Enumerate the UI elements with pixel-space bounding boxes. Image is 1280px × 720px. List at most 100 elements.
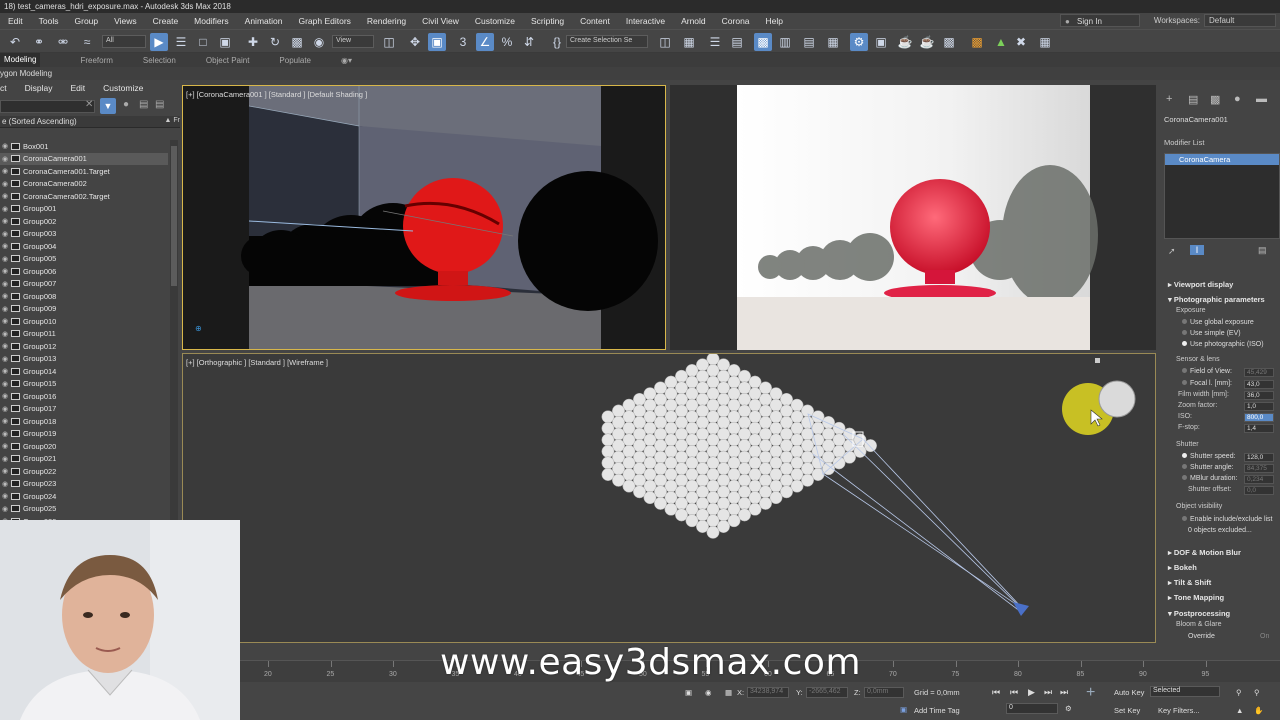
- menu-civil-view[interactable]: Civil View: [414, 16, 467, 26]
- visibility-eye-icon[interactable]: ◉: [2, 392, 10, 400]
- menu-views[interactable]: Views: [106, 16, 145, 26]
- visibility-eye-icon[interactable]: ◉: [2, 292, 10, 300]
- visibility-eye-icon[interactable]: ◉: [2, 355, 10, 363]
- show-end-result-icon[interactable]: I: [1190, 245, 1204, 255]
- bind-space-warp-icon[interactable]: ≈: [78, 33, 96, 51]
- ribbon-tab-object-paint[interactable]: Object Paint: [186, 56, 260, 65]
- viewport-display-rollout[interactable]: ▸ Viewport display: [1168, 280, 1233, 289]
- isolate-selection-icon[interactable]: ▣: [685, 688, 692, 697]
- pan-icon[interactable]: ✋: [1254, 706, 1263, 715]
- ribbon-tab-selection[interactable]: Selection: [123, 56, 186, 65]
- visibility-eye-icon[interactable]: ◉: [2, 467, 10, 475]
- dof-motion-blur-rollout[interactable]: ▸ DOF & Motion Blur: [1168, 548, 1241, 557]
- visibility-eye-icon[interactable]: ◉: [2, 217, 10, 225]
- lock-icon[interactable]: ●: [123, 99, 129, 110]
- unlink-icon[interactable]: ⚮: [54, 33, 72, 51]
- explorer-search-input[interactable]: [0, 100, 95, 113]
- display-tab-icon[interactable]: ▬: [1256, 93, 1267, 105]
- zoom-all-icon[interactable]: ⚲: [1254, 688, 1260, 697]
- shutter-angle-field[interactable]: 84,375: [1244, 464, 1274, 473]
- menu-group[interactable]: Group: [67, 16, 107, 26]
- objects-excluded-button[interactable]: 0 objects excluded...: [1188, 527, 1252, 534]
- visibility-eye-icon[interactable]: ◉: [2, 342, 10, 350]
- corona-converter-icon[interactable]: ▦: [1036, 33, 1054, 51]
- menu-rendering[interactable]: Rendering: [359, 16, 414, 26]
- rectangular-selection-icon[interactable]: □: [194, 33, 212, 51]
- add-time-tag-button[interactable]: Add Time Tag: [914, 706, 960, 715]
- link-icon[interactable]: ⚭: [30, 33, 48, 51]
- render-production-icon[interactable]: ☕: [896, 33, 914, 51]
- visibility-eye-icon[interactable]: ◉: [2, 267, 10, 275]
- list-item[interactable]: ◉ Group020: [0, 440, 168, 453]
- list-item[interactable]: ◉ Group001: [0, 203, 168, 216]
- explorer-scrollbar[interactable]: [170, 140, 178, 520]
- hierarchy-icon[interactable]: ▤: [139, 99, 148, 110]
- fov-field[interactable]: 45,429: [1244, 368, 1274, 377]
- enable-include-exclude-checkbox[interactable]: Enable include/exclude list: [1182, 516, 1273, 523]
- render-in-cloud-icon[interactable]: ▩: [940, 33, 958, 51]
- visibility-eye-icon[interactable]: ◉: [2, 417, 10, 425]
- modify-tab-icon[interactable]: ▤: [1188, 93, 1198, 106]
- material-editor-icon[interactable]: ▦: [824, 33, 842, 51]
- clear-search-icon[interactable]: ✕: [85, 99, 93, 110]
- list-item[interactable]: ◉ Group013: [0, 353, 168, 366]
- time-config-icon[interactable]: ⚙: [1065, 704, 1072, 713]
- selection-lock-icon[interactable]: ◉: [705, 688, 712, 697]
- selection-filter-dropdown[interactable]: All: [102, 35, 146, 48]
- list-item[interactable]: ◉ Box001: [0, 140, 168, 153]
- render-iterative-icon[interactable]: ☕: [918, 33, 936, 51]
- previous-frame-icon[interactable]: ⏮: [1010, 687, 1018, 698]
- pin-stack-icon[interactable]: ➚: [1168, 246, 1176, 257]
- menu-customize[interactable]: Customize: [467, 16, 523, 26]
- visibility-eye-icon[interactable]: ◉: [2, 455, 10, 463]
- visibility-eye-icon[interactable]: ◉: [2, 255, 10, 263]
- visibility-eye-icon[interactable]: ◉: [2, 192, 10, 200]
- reference-coordinate-dropdown[interactable]: View: [332, 35, 374, 48]
- time-tag-icon[interactable]: ▣: [900, 705, 907, 714]
- list-item[interactable]: ◉ CoronaCamera001: [0, 152, 168, 165]
- zoom-factor-field[interactable]: 1,0: [1244, 402, 1274, 411]
- field-of-view-icon[interactable]: ▲: [1236, 706, 1243, 715]
- zoom-icon[interactable]: ⚲: [1236, 688, 1242, 697]
- create-tab-icon[interactable]: +: [1166, 93, 1172, 105]
- explorer-menu-display[interactable]: Display: [15, 83, 61, 93]
- list-item[interactable]: ◉ Group021: [0, 453, 168, 466]
- ribbon-tab-freeform[interactable]: Freeform: [40, 56, 122, 65]
- visibility-eye-icon[interactable]: ◉: [2, 442, 10, 450]
- focal-length-field[interactable]: 43,0: [1244, 380, 1274, 389]
- select-by-name-icon[interactable]: ☰: [172, 33, 190, 51]
- select-manipulate-icon[interactable]: ✥: [406, 33, 424, 51]
- ribbon-tab-populate[interactable]: Populate: [259, 56, 321, 65]
- layer-icon[interactable]: ▤: [155, 99, 164, 110]
- shutter-speed-field[interactable]: 128,0: [1244, 453, 1274, 462]
- list-item[interactable]: ◉ Group012: [0, 340, 168, 353]
- mblur-duration-field[interactable]: 0,234: [1244, 475, 1274, 484]
- menu-modifiers[interactable]: Modifiers: [186, 16, 236, 26]
- explorer-menu-select[interactable]: ct: [0, 83, 15, 93]
- key-filters-button[interactable]: Key Filters...: [1158, 706, 1200, 715]
- explorer-column-header[interactable]: e (Sorted Ascending) ▲ Fr: [0, 116, 180, 128]
- mirror-icon[interactable]: ◫: [656, 33, 674, 51]
- keyboard-shortcut-override-icon[interactable]: ▣: [428, 33, 446, 51]
- menu-create[interactable]: Create: [145, 16, 187, 26]
- schematic-view-icon[interactable]: ▤: [800, 33, 818, 51]
- film-width-field[interactable]: 36,0: [1244, 391, 1274, 400]
- window-crossing-icon[interactable]: ▣: [216, 33, 234, 51]
- named-selection-set-dropdown[interactable]: Create Selection Se: [566, 35, 648, 48]
- list-item[interactable]: ◉ Group016: [0, 390, 168, 403]
- scrollbar-thumb[interactable]: [171, 146, 177, 286]
- visibility-eye-icon[interactable]: ◉: [2, 205, 10, 213]
- list-item[interactable]: ◉ Group010: [0, 315, 168, 328]
- set-key-icon[interactable]: +: [1086, 684, 1095, 702]
- list-item[interactable]: ◉ Group014: [0, 365, 168, 378]
- list-item[interactable]: ◉ Group004: [0, 240, 168, 253]
- fstop-field[interactable]: 1,4: [1244, 424, 1274, 433]
- move-icon[interactable]: ✚: [244, 33, 262, 51]
- menu-edit[interactable]: Edit: [0, 16, 31, 26]
- postprocessing-rollout[interactable]: ▾ Postprocessing: [1168, 609, 1230, 618]
- x-coordinate-field[interactable]: 34238,974: [747, 687, 789, 698]
- curve-editor-icon[interactable]: ▥: [776, 33, 794, 51]
- list-item[interactable]: ◉ CoronaCamera001.Target: [0, 165, 168, 178]
- list-item[interactable]: ◉ Group018: [0, 415, 168, 428]
- goto-start-icon[interactable]: ⏮: [992, 687, 1000, 698]
